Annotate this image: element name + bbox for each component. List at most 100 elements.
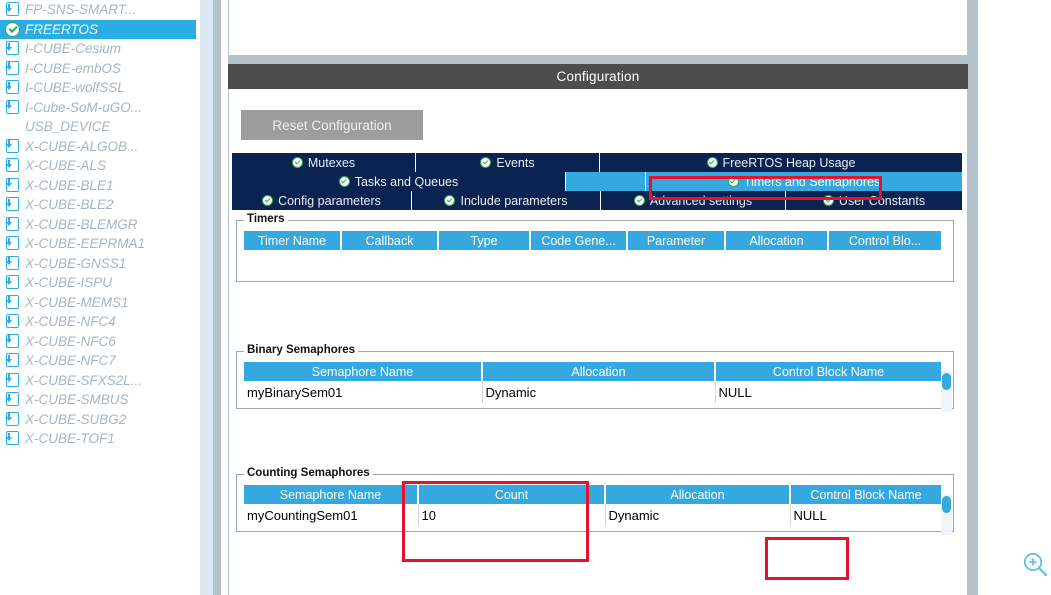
timers-column-header[interactable]: Timer Name — [244, 231, 342, 250]
timers-column-header[interactable]: Callback — [341, 231, 439, 250]
binary-semaphores-group-title: Binary Semaphores — [244, 344, 359, 356]
sidebar-item-usb-device[interactable]: USB_DEVICE — [0, 117, 196, 137]
sidebar-item-i-cube-cesium[interactable]: I-CUBE-Cesium — [0, 39, 196, 59]
counting-semaphores-cell[interactable]: NULL — [790, 504, 942, 526]
counting-semaphores-row[interactable]: myCountingSem01 10 Dynamic NULL — [244, 504, 942, 526]
sidebar-item-i-cube-wolfssl[interactable]: I-CUBE-wolfSSL — [0, 78, 196, 98]
sidebar-item-label: X-CUBE-ALGOB... — [25, 138, 139, 154]
counting-semaphores-column-header[interactable]: Control Block Name — [790, 485, 941, 504]
sidebar-item-x-cube-nfc4[interactable]: X-CUBE-NFC4 — [0, 312, 196, 332]
sidebar-item-x-cube-nfc7[interactable]: X-CUBE-NFC7 — [0, 351, 196, 371]
sidebar-item-x-cube-ble1[interactable]: X-CUBE-BLE1 — [0, 176, 196, 196]
tab-label: Mutexes — [307, 155, 356, 170]
configuration-header: Configuration — [228, 64, 968, 89]
binary-semaphores-column-header[interactable]: Control Block Name — [715, 362, 941, 381]
tab-status-check-icon — [291, 157, 303, 168]
pack-icon — [4, 294, 21, 310]
tab-events[interactable]: Events — [416, 153, 600, 172]
sidebar-item-x-cube-eeprma1[interactable]: X-CUBE-EEPRMA1 — [0, 234, 196, 254]
configuration-body: Reset Configuration Mutexes Events FreeRTO… — [228, 89, 1051, 595]
sidebar-item-x-cube-ispu[interactable]: X-CUBE-ISPU — [0, 273, 196, 293]
timers-and-semaphores-tab-highlight — [649, 176, 882, 200]
counting-semaphores-table-scrollbar[interactable] — [941, 494, 952, 535]
pack-icon — [4, 353, 21, 368]
sidebar-item-label: FREERTOS — [25, 21, 99, 37]
tab-mutexes[interactable]: Mutexes — [232, 153, 416, 172]
software-packs-sidebar[interactable]: FP-SNS-SMART... FREERTOS I-CUBE-Cesium I-CU… — [0, 0, 196, 595]
sidebar-item-x-cube-subg2[interactable]: X-CUBE-SUBG2 — [0, 410, 196, 430]
sidebar-item-x-cube-ble2[interactable]: X-CUBE-BLE2 — [0, 195, 196, 215]
sidebar-item-x-cube-sfxs2l[interactable]: X-CUBE-SFXS2L... — [0, 371, 196, 391]
pack-icon — [4, 275, 21, 290]
sidebar-item-x-cube-algob[interactable]: X-CUBE-ALGOB... — [0, 137, 196, 157]
binary-semaphores-cell[interactable]: NULL — [715, 381, 942, 403]
counting-semaphores-add-button-highlight — [765, 537, 849, 580]
binary-semaphores-column-header[interactable]: Allocation — [482, 362, 716, 381]
timers-column-header[interactable]: Allocation — [725, 231, 829, 250]
tab-freertos-heap-usage[interactable]: FreeRTOS Heap Usage — [600, 153, 962, 172]
sidebar-item-label: X-CUBE-BLE2 — [25, 197, 114, 212]
tab-config-parameters[interactable]: Config parameters — [232, 191, 412, 210]
tab-label: Config parameters — [278, 193, 381, 208]
timers-column-header[interactable]: Control Blo... — [828, 231, 941, 250]
binary-semaphores-column-header[interactable]: Semaphore Name — [244, 362, 483, 381]
sidebar-item-label: X-CUBE-GNSS1 — [25, 255, 127, 271]
tab-label: Events — [496, 155, 535, 170]
sidebar-item-freertos[interactable]: FREERTOS — [0, 19, 196, 39]
binary-semaphores-cell[interactable]: Dynamic — [482, 381, 716, 403]
tab-status-check-icon — [706, 157, 718, 168]
binary-semaphores-cell[interactable]: myBinarySem01 — [244, 381, 483, 403]
configuration-header-label: Configuration — [556, 69, 640, 84]
binary-semaphores-table-scroll-thumb[interactable] — [942, 373, 951, 390]
tab-spacer — [566, 172, 646, 191]
counting-semaphores-table[interactable]: Semaphore Name Count Allocation Control Blo… — [244, 485, 942, 526]
timers-column-header[interactable]: Code Gene... — [530, 231, 628, 250]
reset-configuration-button[interactable]: Reset Configuration — [241, 110, 423, 140]
right-panel-rail — [968, 0, 978, 595]
sidebar-scrollbar-track[interactable] — [200, 0, 412, 595]
pack-icon — [4, 431, 21, 446]
sidebar-item-x-cube-smbus[interactable]: X-CUBE-SMBUS — [0, 390, 196, 410]
binary-semaphores-table-scrollbar[interactable] — [941, 371, 952, 412]
counting-semaphores-cell[interactable]: Dynamic — [605, 504, 791, 526]
timers-column-header[interactable]: Type — [438, 231, 531, 250]
tab-tasks-and-queues[interactable]: Tasks and Queues — [232, 172, 566, 191]
sidebar-item-x-cube-tof1[interactable]: X-CUBE-TOF1 — [0, 429, 196, 449]
sidebar-item-x-cube-mems1[interactable]: X-CUBE-MEMS1 — [0, 293, 196, 313]
sidebar-item-i-cube-som-ugo[interactable]: I-Cube-SoM-uGO... — [0, 98, 196, 118]
pack-icon — [4, 216, 21, 232]
counting-semaphores-column-header[interactable]: Semaphore Name — [244, 485, 419, 504]
sidebar-item-label: X-CUBE-SFXS2L... — [25, 372, 143, 388]
sidebar-item-x-cube-gnss1[interactable]: X-CUBE-GNSS1 — [0, 254, 196, 274]
sidebar-item-fp-sns-smart[interactable]: FP-SNS-SMART... — [0, 0, 196, 20]
pack-icon — [4, 99, 21, 115]
zoom-in-magnifier-icon[interactable] — [1022, 551, 1048, 577]
pack-icon — [4, 158, 21, 173]
timers-column-header[interactable]: Parameter — [627, 231, 726, 250]
tab-status-check-icon — [633, 195, 645, 206]
binary-semaphores-table-wrapper: Semaphore Name Allocation Control Block Na… — [244, 362, 942, 403]
tab-label: FreeRTOS Heap Usage — [722, 155, 856, 170]
sidebar-item-label: X-CUBE-NFC6 — [25, 333, 116, 349]
sidebar-item-x-cube-blemgr[interactable]: X-CUBE-BLEMGR — [0, 215, 196, 235]
binary-semaphores-row[interactable]: myBinarySem01 Dynamic NULL — [244, 381, 942, 403]
pack-icon — [4, 177, 21, 193]
tab-row-1[interactable]: Mutexes Events FreeRTOS Heap Usage — [232, 153, 962, 172]
sidebar-item-i-cube-embos[interactable]: I-CUBE-embOS — [0, 59, 196, 79]
timers-group-title: Timers — [244, 213, 288, 225]
counting-semaphores-cell[interactable]: myCountingSem01 — [244, 504, 419, 526]
timers-table[interactable]: Timer Name Callback Type Code Gene... Parame… — [244, 231, 941, 250]
sidebar-item-label: I-Cube-SoM-uGO... — [25, 99, 143, 115]
counting-semaphores-group-title: Counting Semaphores — [244, 467, 373, 479]
pack-icon — [4, 314, 21, 329]
counting-semaphores-column-header[interactable]: Allocation — [605, 485, 791, 504]
counting-semaphores-table-scroll-thumb[interactable] — [942, 496, 951, 513]
pack-icon — [4, 80, 21, 95]
pack-icon — [4, 392, 21, 407]
binary-semaphores-table[interactable]: Semaphore Name Allocation Control Block Na… — [244, 362, 942, 403]
pack-icon — [4, 411, 21, 427]
sidebar-item-x-cube-nfc6[interactable]: X-CUBE-NFC6 — [0, 332, 196, 352]
sidebar-item-x-cube-als[interactable]: X-CUBE-ALS — [0, 156, 196, 176]
pack-icon — [4, 333, 21, 349]
tab-include-parameters[interactable]: Include parameters — [412, 191, 601, 210]
